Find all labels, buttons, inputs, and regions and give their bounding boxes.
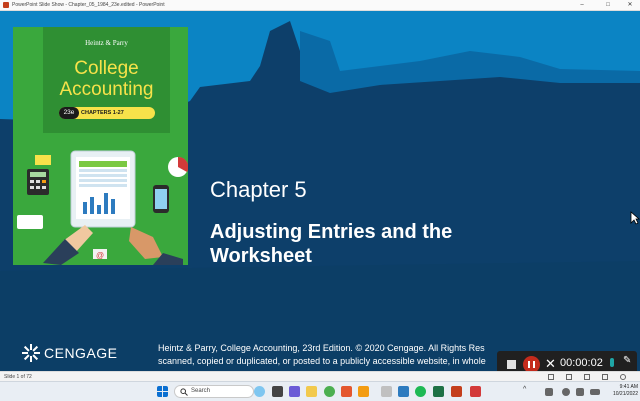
copyright-line1: Heintz & Parry, College Accounting, 23rd… xyxy=(158,343,485,353)
app-icon-5[interactable] xyxy=(470,386,481,397)
reading-view-icon[interactable] xyxy=(584,374,590,380)
pause-recording-button[interactable] xyxy=(523,356,540,371)
taskbar-search-box[interactable]: Search xyxy=(174,385,254,398)
cover-edition: 23e xyxy=(59,107,79,119)
microphone-icon[interactable] xyxy=(610,358,614,367)
app-icon-4[interactable] xyxy=(398,386,409,397)
discard-recording-close-icon[interactable]: ✕ xyxy=(545,356,556,371)
windows-start-icon[interactable] xyxy=(157,386,168,397)
cover-authors: Heintz & Parry xyxy=(85,39,128,47)
wifi-icon[interactable] xyxy=(562,388,570,396)
mouse-cursor-icon xyxy=(630,211,640,225)
cover-title-line1: College xyxy=(74,58,139,79)
volume-icon[interactable] xyxy=(576,388,584,396)
cover-chapters: CHAPTERS 1-27 xyxy=(81,110,124,116)
book-cover-image: Heintz & Parry College Accounting 23e CH… xyxy=(13,27,188,265)
file-explorer-icon[interactable] xyxy=(306,386,317,397)
window-title: PowerPoint Slide Show - Chapter_05_1984_… xyxy=(12,2,165,8)
minimize-button[interactable]: – xyxy=(574,0,590,10)
stop-recording-button[interactable] xyxy=(507,360,516,369)
slide-sorter-icon[interactable] xyxy=(566,374,572,380)
cover-title-line2: Accounting xyxy=(59,79,154,100)
zoom-icon[interactable] xyxy=(620,374,626,380)
copyright-notice: Heintz & Parry, College Accounting, 23rd… xyxy=(158,342,508,368)
powerpoint-app-icon xyxy=(3,2,9,8)
chapter-heading: Chapter 5 xyxy=(210,177,307,202)
cengage-logo-icon xyxy=(22,344,40,365)
clock-date: 10/21/2022 xyxy=(612,391,638,397)
svg-text:@: @ xyxy=(96,251,104,260)
windows-taskbar: Search ^ 9:41 AM 10/21/2022 xyxy=(0,381,640,401)
tray-icon-1[interactable] xyxy=(545,388,553,396)
excel-icon[interactable] xyxy=(433,386,444,397)
search-icon xyxy=(180,388,188,396)
pen-icon[interactable]: ✎ xyxy=(623,355,631,366)
close-button[interactable]: ✕ xyxy=(622,0,638,10)
chapter-title-line1: Adjusting Entries and the xyxy=(210,221,453,243)
app-icon-2[interactable] xyxy=(358,386,369,397)
search-label: Search xyxy=(191,388,211,394)
widgets-icon[interactable] xyxy=(254,386,265,397)
app-icon-3[interactable] xyxy=(381,386,392,397)
clock-time: 9:41 AM xyxy=(619,384,638,390)
chrome-icon[interactable] xyxy=(324,386,335,397)
copyright-line2: scanned, copied or duplicated, or posted… xyxy=(158,356,486,366)
cengage-logo-text: CENGAGE xyxy=(44,345,118,362)
task-view-icon[interactable] xyxy=(272,386,283,397)
normal-view-icon[interactable] xyxy=(548,374,554,380)
window-titlebar: PowerPoint Slide Show - Chapter_05_1984_… xyxy=(0,0,640,11)
chapter-title: Adjusting Entries and the Worksheet xyxy=(210,220,530,268)
chevron-up-icon[interactable]: ^ xyxy=(523,386,526,393)
powerpoint-icon[interactable] xyxy=(451,386,462,397)
slideshow-view-icon[interactable] xyxy=(602,374,608,380)
cover-edition-badge: 23e CHAPTERS 1-27 xyxy=(59,107,155,119)
teams-chat-icon[interactable] xyxy=(289,386,300,397)
app-icon-1[interactable] xyxy=(341,386,352,397)
spotify-icon[interactable] xyxy=(415,386,426,397)
recording-timer: 00:00:02 xyxy=(560,357,603,369)
maximize-button[interactable]: □ xyxy=(600,0,616,10)
chapter-title-line2: Worksheet xyxy=(210,245,312,267)
cover-title-box: Heintz & Parry College Accounting 23e CH… xyxy=(43,27,170,133)
slide-canvas[interactable]: Heintz & Parry College Accounting 23e CH… xyxy=(0,11,640,371)
screen-recorder-toolbar: ✕ 00:00:02 ✎ xyxy=(497,351,637,371)
cengage-logo: CENGAGE xyxy=(22,344,118,365)
taskbar-clock[interactable]: 9:41 AM 10/21/2022 xyxy=(612,384,638,398)
battery-icon[interactable] xyxy=(590,389,600,395)
